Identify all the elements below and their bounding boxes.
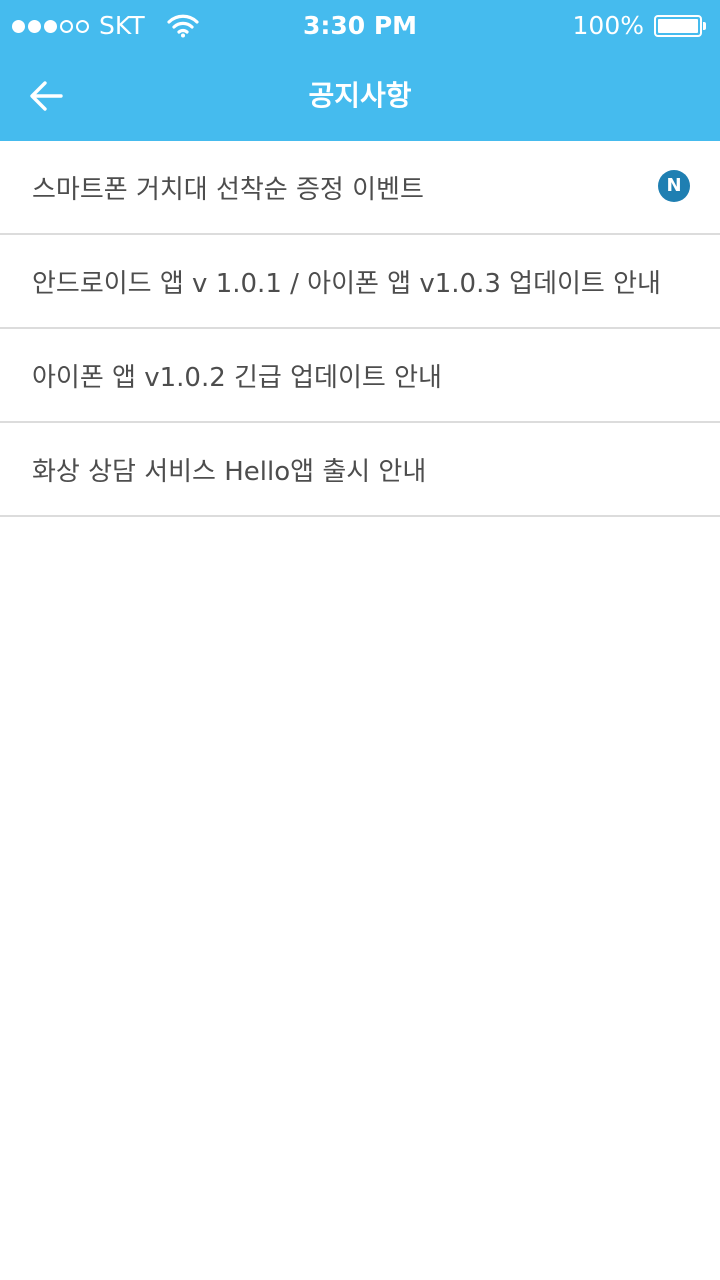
nav-bar: 공지사항 xyxy=(0,52,720,141)
notice-item[interactable]: 안드로이드 앱 v 1.0.1 / 아이폰 앱 v1.0.3 업데이트 안내 xyxy=(0,235,720,329)
battery-body xyxy=(654,15,702,37)
notice-title: 스마트폰 거치대 선착순 증정 이벤트 xyxy=(32,174,424,205)
notice-item[interactable]: 화상 상담 서비스 Hello앱 출시 안내 xyxy=(0,423,720,517)
notice-item[interactable]: 스마트폰 거치대 선착순 증정 이벤트 N xyxy=(0,141,720,235)
new-badge: N xyxy=(658,170,690,202)
page-title: 공지사항 xyxy=(308,79,412,112)
battery-icon xyxy=(654,15,706,37)
notice-list: 스마트폰 거치대 선착순 증정 이벤트 N 안드로이드 앱 v 1.0.1 / … xyxy=(0,141,720,517)
notice-item[interactable]: 아이폰 앱 v1.0.2 긴급 업데이트 안내 xyxy=(0,329,720,423)
notice-title: 화상 상담 서비스 Hello앱 출시 안내 xyxy=(32,456,427,487)
status-bar: SKT 3:30 PM 100% xyxy=(0,0,720,52)
notice-title: 안드로이드 앱 v 1.0.1 / 아이폰 앱 v1.0.3 업데이트 안내 xyxy=(32,268,661,299)
status-right: 100% xyxy=(573,10,706,42)
battery-percentage: 100% xyxy=(572,11,644,40)
notice-title: 아이폰 앱 v1.0.2 긴급 업데이트 안내 xyxy=(32,362,442,393)
battery-fill xyxy=(658,19,698,33)
battery-cap xyxy=(703,22,706,30)
